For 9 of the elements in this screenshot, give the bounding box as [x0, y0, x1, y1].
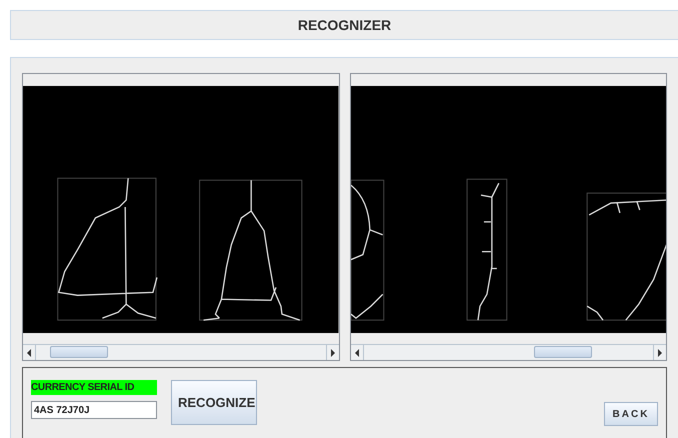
scrollbar-thumb[interactable]: [50, 346, 108, 358]
horizontal-scrollbar[interactable]: [23, 344, 338, 360]
recognize-button[interactable]: RECOGNIZE: [171, 380, 257, 425]
scrollbar-thumb[interactable]: [534, 346, 592, 358]
serial-input-field[interactable]: 4AS 72J70J: [31, 401, 157, 419]
horizontal-scrollbar[interactable]: [350, 344, 666, 360]
field-label: CURRENCY SERIAL ID: [31, 380, 157, 395]
back-button[interactable]: BACK: [604, 402, 658, 426]
window-title: RECOGNIZER: [298, 17, 392, 33]
